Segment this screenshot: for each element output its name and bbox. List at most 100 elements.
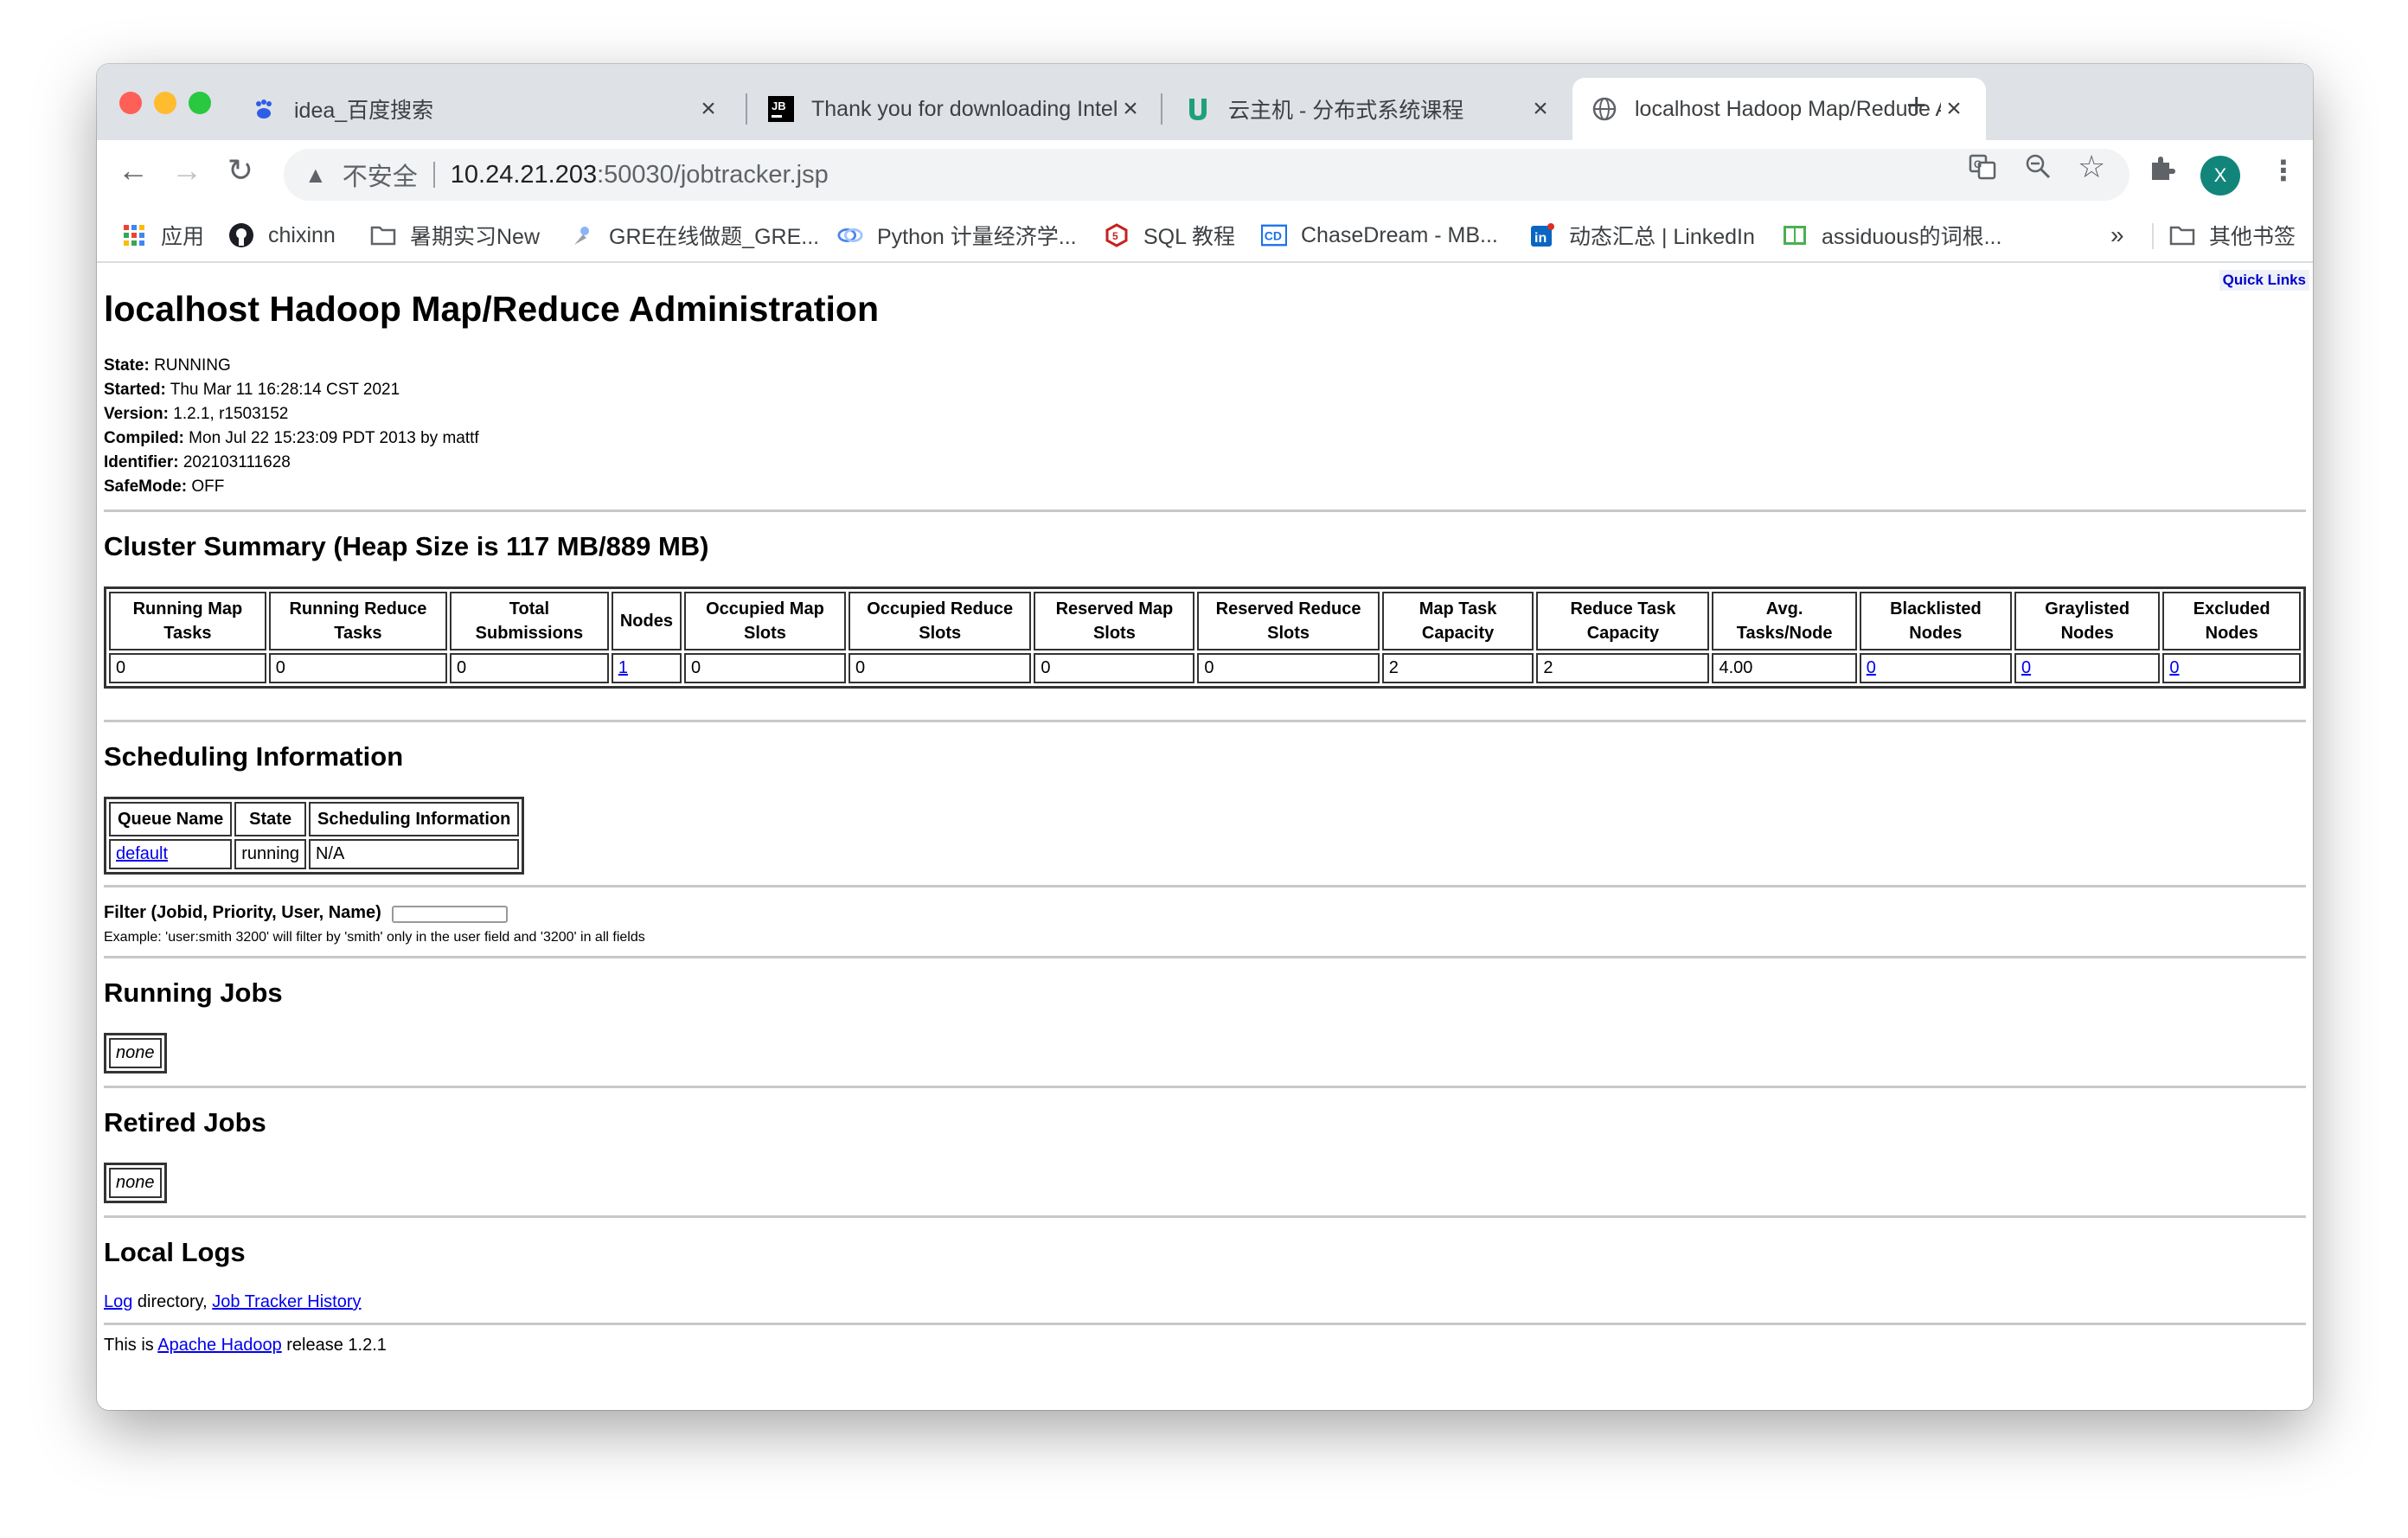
- jetbrains-icon: JB: [768, 96, 794, 122]
- column-header: Reserved Reduce Slots: [1197, 592, 1380, 650]
- bookmark-star-icon[interactable]: ☆: [2078, 149, 2105, 185]
- table-cell: 4.00: [1712, 653, 1857, 683]
- cell-link[interactable]: 0: [2021, 658, 2031, 677]
- apps-grid-icon: [121, 222, 147, 248]
- table-cell: 0: [109, 653, 266, 683]
- warning-triangle-icon: ▲: [304, 161, 327, 188]
- sql-site-icon: 5: [1104, 222, 1130, 248]
- window-close-button[interactable]: [119, 92, 142, 114]
- table-cell: 0: [1859, 653, 2012, 683]
- divider: [104, 720, 2306, 722]
- table-cell: 0: [848, 653, 1032, 683]
- u-logo-icon: [1185, 96, 1211, 122]
- tab-close-icon[interactable]: ×: [695, 94, 721, 124]
- menu-kebab-icon[interactable]: ⋮: [2270, 154, 2297, 187]
- tab-cloud-host[interactable]: 云主机 - 分布式系统课程 ×: [1166, 78, 1572, 140]
- retired-jobs-table: none: [104, 1163, 167, 1203]
- divider: [104, 1086, 2306, 1088]
- table-header-row: Queue Name State Scheduling Information: [109, 802, 520, 836]
- column-header: Nodes: [611, 592, 682, 650]
- bookmark-folder-intern[interactable]: 暑期实习New: [370, 218, 540, 253]
- back-arrow-icon[interactable]: ←: [111, 152, 156, 189]
- running-jobs-heading: Running Jobs: [104, 977, 283, 1008]
- bookmark-label: assiduous的词根...: [1822, 225, 2002, 249]
- tab-close-icon[interactable]: ×: [1527, 94, 1553, 124]
- job-tracker-history-link[interactable]: Job Tracker History: [212, 1292, 361, 1311]
- browser-window: idea_百度搜索 × JB Thank you for downloading…: [97, 64, 2313, 1410]
- bookmark-apps[interactable]: 应用: [121, 218, 204, 253]
- scheduling-heading: Scheduling Information: [104, 741, 404, 772]
- table-cell: 1: [611, 653, 682, 683]
- bookmark-label: 应用: [161, 225, 205, 249]
- divider: [104, 1323, 2306, 1325]
- meta-version: Version: 1.2.1, r1503152: [104, 405, 289, 423]
- bookmark-chasedream[interactable]: CD ChaseDream - MB...: [1261, 218, 1498, 253]
- not-secure-label: 不安全: [342, 163, 418, 191]
- bookmark-label: 动态汇总 | LinkedIn: [1569, 225, 1755, 249]
- log-directory-link[interactable]: Log: [104, 1292, 132, 1311]
- column-header: Graylisted Nodes: [2014, 592, 2161, 650]
- tab-jetbrains[interactable]: JB Thank you for downloading IntelliJ ID…: [749, 78, 1162, 140]
- folder-icon: [2169, 222, 2195, 248]
- address-bar[interactable]: ▲ 不安全 10.24.21.203:50030/jobtracker.jsp: [284, 149, 2129, 201]
- bookmark-label: 暑期实习New: [410, 225, 541, 249]
- table-cell: 2: [1381, 653, 1534, 683]
- bookmark-github[interactable]: chixinn: [228, 218, 336, 253]
- forward-arrow-icon[interactable]: →: [164, 152, 209, 189]
- svg-text:5: 5: [1112, 230, 1118, 242]
- window-minimize-button[interactable]: [154, 92, 176, 114]
- filter-input[interactable]: [392, 905, 509, 923]
- book-icon: [1782, 222, 1808, 248]
- translate-icon[interactable]: G: [1969, 152, 1996, 187]
- globe-icon: [1591, 96, 1617, 122]
- bookmark-label: GRE在线做题_GRE...: [609, 225, 820, 249]
- new-tab-plus-icon[interactable]: +: [1906, 87, 1926, 125]
- bookmarks-bar: 应用 chixinn 暑期实习New GRE在线做题_GRE... Python…: [97, 209, 2313, 263]
- meta-started: Started: Thu Mar 11 16:28:14 CST 2021: [104, 381, 400, 399]
- cluster-summary-heading: Cluster Summary (Heap Size is 117 MB/889…: [104, 531, 709, 561]
- extensions-puzzle-icon[interactable]: [2149, 154, 2176, 189]
- gre-icon: [569, 222, 595, 248]
- bookmark-sql[interactable]: 5 SQL 教程: [1104, 218, 1235, 253]
- cell-link[interactable]: 1: [618, 658, 628, 677]
- reload-icon[interactable]: ↻: [218, 152, 263, 189]
- column-header: Total Submissions: [450, 592, 609, 650]
- table-cell: 0: [2014, 653, 2161, 683]
- profile-avatar[interactable]: X: [2200, 156, 2240, 195]
- tab-baidu[interactable]: idea_百度搜索 ×: [232, 78, 740, 140]
- filter-label: Filter (Jobid, Priority, User, Name): [104, 903, 381, 922]
- meta-state: State: RUNNING: [104, 356, 231, 375]
- bookmark-linkedin[interactable]: in 动态汇总 | LinkedIn: [1529, 218, 1755, 253]
- page-title: localhost Hadoop Map/Reduce Administrati…: [104, 289, 879, 329]
- divider: [104, 956, 2306, 958]
- column-header: Running Reduce Tasks: [268, 592, 447, 650]
- web-page: Quick Links localhost Hadoop Map/Reduce …: [97, 263, 2313, 1410]
- table-cell: 0: [1034, 653, 1195, 683]
- bookmark-label: chixinn: [268, 222, 336, 247]
- divider: [104, 885, 2306, 888]
- apache-hadoop-link[interactable]: Apache Hadoop: [157, 1336, 281, 1355]
- column-header: Running Map Tasks: [109, 592, 266, 650]
- bookmark-python-econ[interactable]: Python 计量经济学...: [837, 218, 1077, 253]
- bookmark-label: ChaseDream - MB...: [1301, 222, 1498, 247]
- bookmark-gre[interactable]: GRE在线做题_GRE...: [569, 218, 819, 253]
- window-maximize-button[interactable]: [189, 92, 211, 114]
- footer-line: This is Apache Hadoop release 1.2.1: [104, 1336, 387, 1355]
- zoom-magnifier-icon[interactable]: [2024, 152, 2052, 187]
- bookmark-assiduous[interactable]: assiduous的词根...: [1782, 218, 2001, 253]
- tab-close-icon[interactable]: ×: [1118, 94, 1143, 124]
- url-path: :50030/jobtracker.jsp: [597, 160, 829, 189]
- cell-link[interactable]: 0: [1867, 658, 1876, 677]
- svg-text:JB: JB: [772, 99, 786, 112]
- queue-default-link[interactable]: default: [116, 844, 168, 863]
- cell-link[interactable]: 0: [2169, 658, 2179, 677]
- bookmarks-overflow-chevron[interactable]: »: [2110, 218, 2124, 253]
- tab-close-icon[interactable]: ×: [1941, 94, 1967, 124]
- bookmark-other-folder[interactable]: 其他书签: [2169, 218, 2296, 253]
- meta-compiled: Compiled: Mon Jul 22 15:23:09 PDT 2013 b…: [104, 429, 479, 447]
- column-header: Reserved Map Slots: [1034, 592, 1195, 650]
- jobtracker-meta: State: RUNNING Started: Thu Mar 11 16:28…: [104, 354, 2306, 499]
- retired-jobs-heading: Retired Jobs: [104, 1107, 266, 1137]
- linkedin-icon: in: [1529, 222, 1555, 248]
- bookmark-label: SQL 教程: [1143, 225, 1236, 249]
